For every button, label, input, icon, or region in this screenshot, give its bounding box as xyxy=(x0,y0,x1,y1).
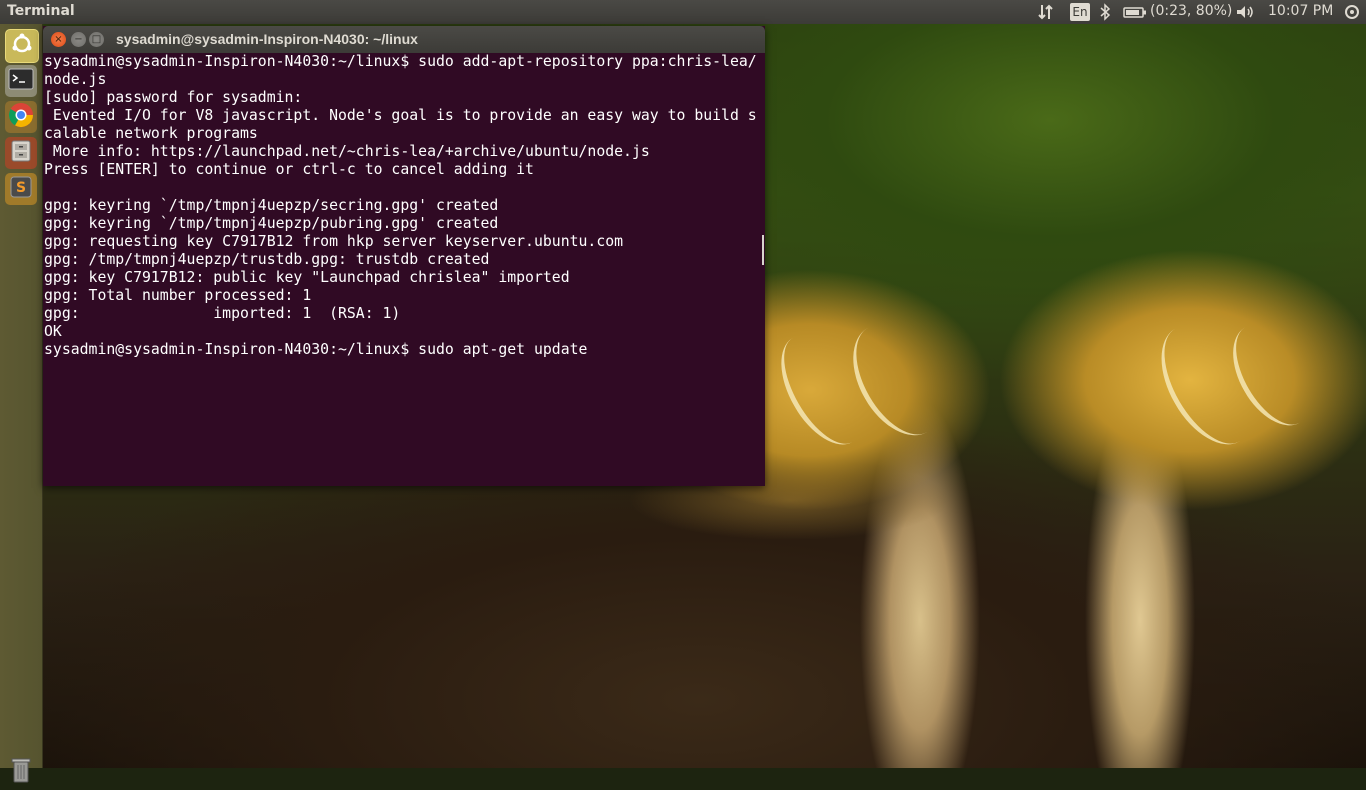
minimize-icon: − xyxy=(74,34,83,45)
launcher: S xyxy=(0,24,43,783)
launcher-chrome-button[interactable] xyxy=(5,101,37,133)
terminal-line: OK xyxy=(44,323,62,340)
terminal-line: gpg: imported: 1 (RSA: 1) xyxy=(44,305,401,322)
battery-status[interactable]: (0:23, 80%) xyxy=(1150,3,1232,19)
top-panel: Terminal En (0:23, 80%) 10:07 PM xyxy=(0,0,1366,24)
terminal-line: node.js xyxy=(44,71,107,88)
terminal-line: gpg: key C7917B12: public key "Launchpad… xyxy=(44,269,570,286)
volume-icon[interactable] xyxy=(1235,3,1255,25)
terminal-icon xyxy=(8,68,34,94)
terminal-line: gpg: /tmp/tmpnj4uepzp/trustdb.gpg: trust… xyxy=(44,251,490,268)
file-cabinet-icon xyxy=(9,139,33,167)
terminal-line: gpg: keyring `/tmp/tmpnj4uepzp/secring.g… xyxy=(44,197,499,214)
launcher-sublime-button[interactable]: S xyxy=(5,173,37,205)
trash-icon xyxy=(5,758,37,790)
close-icon: × xyxy=(54,34,63,45)
svg-text:S: S xyxy=(16,180,26,196)
app-title: Terminal xyxy=(7,3,75,19)
dash-home-button[interactable] xyxy=(5,29,39,63)
minimize-button[interactable]: − xyxy=(71,32,86,47)
gear-power-icon[interactable] xyxy=(1343,3,1361,25)
launcher-terminal-button[interactable] xyxy=(5,65,37,97)
ubuntu-logo-icon xyxy=(10,32,34,60)
terminal-line: sysadmin@sysadmin-Inspiron-N4030:~/linux… xyxy=(44,53,757,70)
window-title: sysadmin@sysadmin-Inspiron-N4030: ~/linu… xyxy=(116,31,418,47)
terminal-scrollbar[interactable] xyxy=(762,235,764,265)
launcher-trash-button[interactable] xyxy=(5,754,37,786)
terminal-output[interactable]: sysadmin@sysadmin-Inspiron-N4030:~/linux… xyxy=(44,53,762,483)
sublime-text-icon: S xyxy=(9,175,33,203)
terminal-line: Evented I/O for V8 javascript. Node's go… xyxy=(44,107,757,124)
terminal-line: More info: https://launchpad.net/~chris-… xyxy=(44,143,650,160)
network-updown-icon[interactable] xyxy=(1037,3,1055,25)
window-titlebar[interactable]: × − □ sysadmin@sysadmin-Inspiron-N4030: … xyxy=(43,26,765,53)
terminal-window[interactable]: × − □ sysadmin@sysadmin-Inspiron-N4030: … xyxy=(43,26,765,486)
terminal-prompt-line: sysadmin@sysadmin-Inspiron-N4030:~/linux… xyxy=(44,341,588,358)
terminal-line: [sudo] password for sysadmin: xyxy=(44,89,303,106)
launcher-files-button[interactable] xyxy=(5,137,37,169)
terminal-line: calable network programs xyxy=(44,125,258,142)
bluetooth-icon[interactable] xyxy=(1099,3,1111,25)
maximize-icon: □ xyxy=(91,34,102,45)
clock[interactable]: 10:07 PM xyxy=(1268,3,1333,19)
terminal-line: Press [ENTER] to continue or ctrl-c to c… xyxy=(44,161,534,178)
terminal-line: gpg: requesting key C7917B12 from hkp se… xyxy=(44,233,624,250)
chrome-icon xyxy=(8,102,34,132)
battery-icon[interactable] xyxy=(1123,3,1147,25)
terminal-line: gpg: keyring `/tmp/tmpnj4uepzp/pubring.g… xyxy=(44,215,499,232)
maximize-button[interactable]: □ xyxy=(89,32,104,47)
terminal-line: gpg: Total number processed: 1 xyxy=(44,287,312,304)
close-button[interactable]: × xyxy=(51,32,66,47)
keyboard-layout-indicator[interactable]: En xyxy=(1070,3,1090,21)
